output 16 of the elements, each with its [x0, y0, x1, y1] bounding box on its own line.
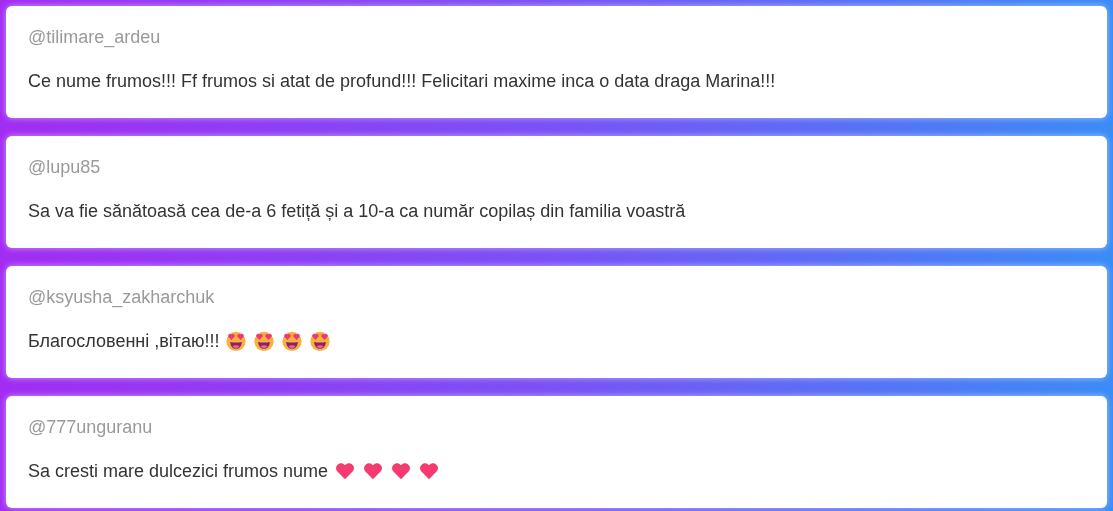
heart-icon: [362, 460, 385, 482]
comment-text: Sa cresti mare dulcezici frumos nume: [28, 460, 329, 482]
heart-eyes-emoji-icon: [309, 330, 332, 352]
comment-username: @lupu85: [28, 156, 101, 178]
comment-username: @777unguranu: [28, 416, 153, 438]
heart-icon: [418, 460, 441, 482]
heart-icon: [390, 460, 413, 482]
comment-text: Благословенні ,вітаю!!!: [28, 330, 220, 352]
comment-text: Sa va fie sănătoasă cea de-a 6 fetiță și a 10-a ca număr copilaș din familia voastră: [28, 200, 686, 222]
heart-eyes-emoji-icon: [281, 330, 304, 352]
heart-icon: [334, 460, 357, 482]
comment-username: @tilimare_ardeu: [28, 26, 161, 48]
heart-eyes-emoji-icon: [253, 330, 276, 352]
comment-text: Ce nume frumos!!! Ff frumos si atat de profund!!! Felicitari maxime inca o data draga Marina!!!: [28, 70, 776, 92]
comment-username: @ksyusha_zakharchuk: [28, 286, 215, 308]
heart-eyes-emoji-icon: [225, 330, 248, 352]
